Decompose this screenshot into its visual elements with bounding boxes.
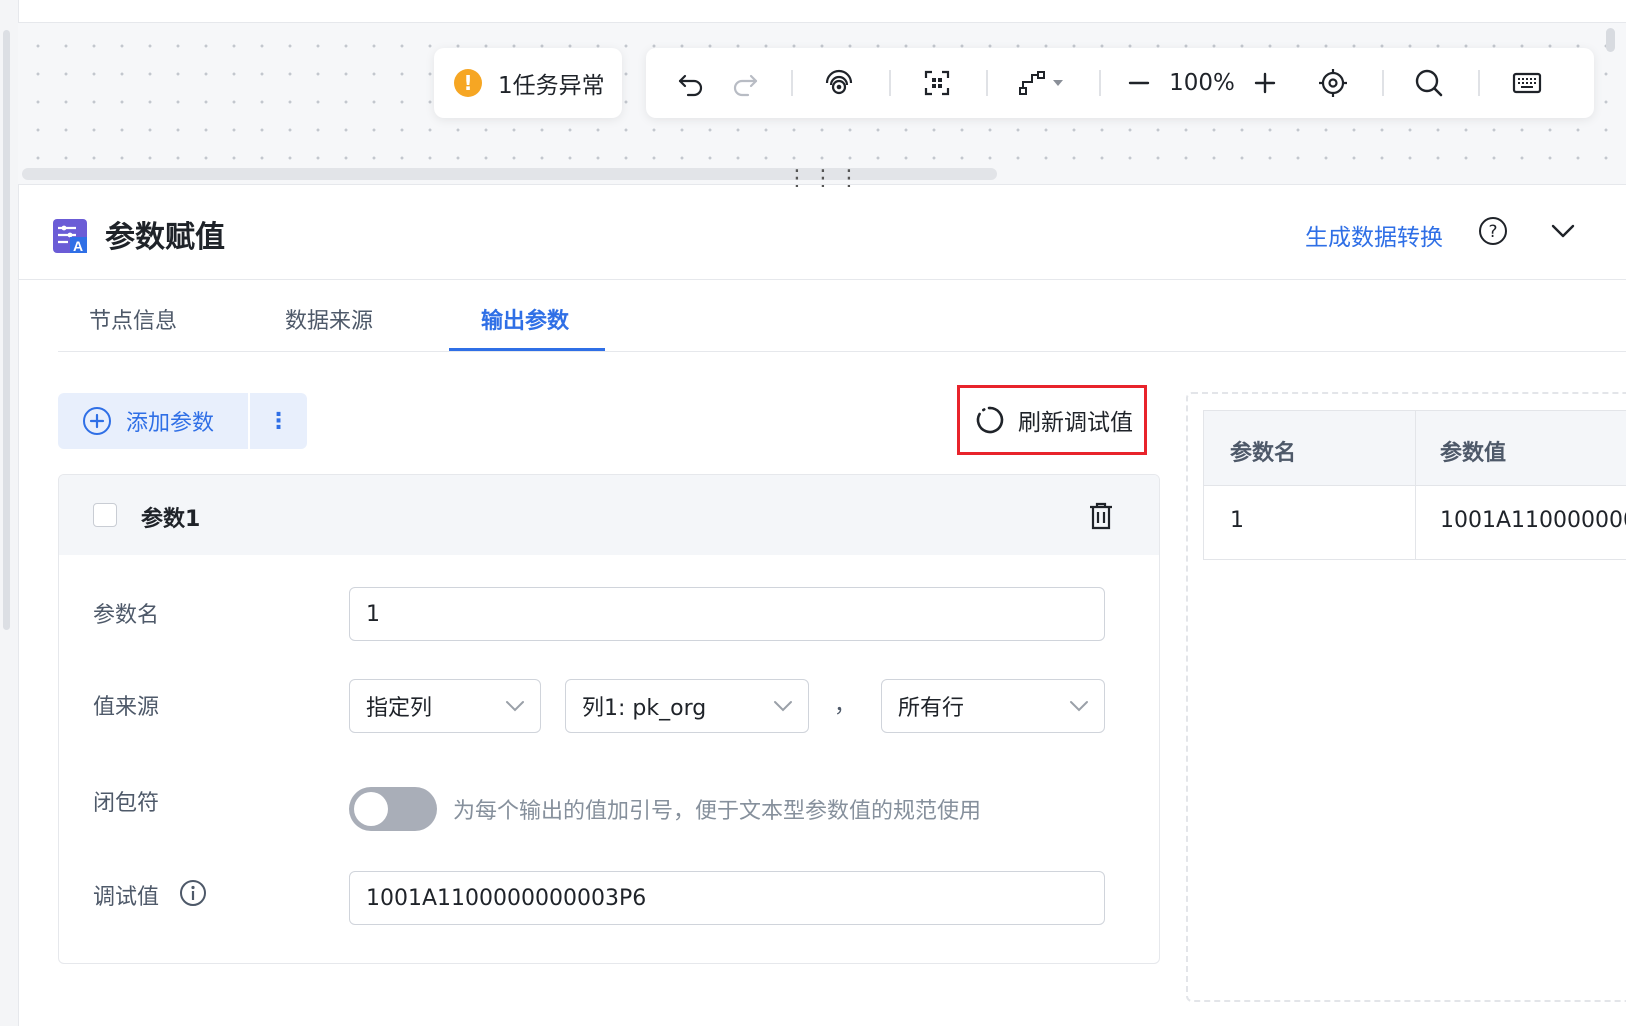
- column-header-param-name: 参数名: [1230, 441, 1297, 466]
- zoom-level-text: 100%: [1169, 70, 1235, 96]
- plus-circle-icon: [83, 407, 111, 435]
- wrap-char-hint: 为每个输出的值加引号，便于文本型参数值的规范使用: [453, 799, 982, 824]
- locate-button[interactable]: [1308, 48, 1358, 118]
- debug-preview-table: 参数名 参数值 1 1001A1100000000: [1203, 410, 1626, 560]
- left-scrollbar[interactable]: [3, 30, 10, 630]
- debug-value-label: 调试值: [93, 885, 160, 910]
- connector-style-dropdown[interactable]: [1008, 48, 1074, 118]
- more-vertical-icon: ⋮: [267, 408, 290, 434]
- fit-view-button[interactable]: [912, 48, 962, 118]
- toolbar-divider: [791, 70, 793, 96]
- wrap-char-label: 闭包符: [93, 791, 160, 816]
- value-source-column-value: 列1: pk_org: [582, 696, 707, 721]
- param-card-title: 参数1: [141, 507, 201, 532]
- collapse-chevron-icon[interactable]: [1550, 222, 1576, 244]
- add-param-label: 添加参数: [126, 411, 215, 436]
- eye-fingerprint-icon: [825, 69, 853, 95]
- help-icon[interactable]: ?: [1478, 216, 1508, 250]
- redo-icon: [733, 74, 758, 97]
- undo-button[interactable]: [666, 48, 716, 118]
- param-card-header: [59, 475, 1159, 555]
- source-separator: ，: [834, 693, 857, 718]
- minus-icon: [1128, 81, 1150, 85]
- chevron-down-icon: [506, 701, 524, 712]
- caret-down-icon: [1053, 80, 1063, 86]
- tab-data-source[interactable]: 数据来源: [285, 303, 373, 335]
- toolbar-divider: [1382, 70, 1384, 96]
- zoom-in-button[interactable]: [1240, 48, 1290, 118]
- param-assign-node-icon: A: [52, 218, 88, 258]
- panel-title: 参数赋值: [105, 220, 225, 255]
- chevron-down-icon: [1070, 701, 1088, 712]
- canvas-toolbar: 100%: [646, 48, 1594, 118]
- value-source-column-select[interactable]: 列1: pk_org: [565, 679, 809, 733]
- generate-data-transform-link[interactable]: 生成数据转换: [1305, 218, 1443, 252]
- chevron-down-icon: [774, 701, 792, 712]
- more-actions-button[interactable]: ⋮: [250, 393, 307, 449]
- crosshair-icon: [1319, 69, 1347, 97]
- canvas-vertical-scrollbar[interactable]: [1606, 28, 1615, 52]
- tab-output-params[interactable]: 输出参数: [481, 303, 569, 335]
- toggle-knob: [354, 792, 388, 826]
- param-name-label: 参数名: [93, 603, 160, 628]
- task-warning-text: 1任务异常: [498, 73, 605, 99]
- undo-icon: [678, 74, 703, 97]
- param-select-checkbox[interactable]: [93, 503, 117, 527]
- plus-icon: [1254, 72, 1276, 94]
- refresh-icon: [976, 406, 1004, 434]
- svg-text:A: A: [73, 238, 83, 254]
- column-divider: [1415, 411, 1416, 559]
- connector-icon: [1019, 71, 1045, 95]
- debug-value-input[interactable]: 1001A1100000000003P6: [349, 871, 1105, 925]
- refresh-debug-values-label: 刷新调试值: [1018, 410, 1133, 436]
- svg-text:?: ?: [1488, 222, 1497, 242]
- value-source-label: 值来源: [93, 695, 160, 720]
- param-name-input[interactable]: 1: [349, 587, 1105, 641]
- panel-top-border: [18, 184, 1626, 185]
- zoom-level: 100%: [1166, 48, 1238, 118]
- search-icon: [1415, 69, 1443, 97]
- toolbar-divider: [1478, 70, 1480, 96]
- wrap-char-toggle[interactable]: [349, 787, 437, 831]
- toolbar-divider: [889, 70, 891, 96]
- info-icon[interactable]: [179, 879, 207, 911]
- table-cell-param-name: 1: [1230, 508, 1244, 533]
- table-cell-param-value: 1001A1100000000: [1440, 508, 1626, 533]
- search-button[interactable]: [1404, 48, 1454, 118]
- zoom-out-button[interactable]: [1114, 48, 1164, 118]
- header-divider: [18, 279, 1626, 280]
- warning-icon: !: [454, 69, 482, 97]
- resize-handle[interactable]: ⋮⋮⋮: [786, 168, 864, 190]
- delete-param-icon[interactable]: [1087, 501, 1115, 535]
- canvas-border: [18, 22, 1626, 23]
- value-source-type-select[interactable]: 指定列: [349, 679, 541, 733]
- param-card: 参数1 参数名 1 值来源 指定列 列1: pk_org ， 所有行 闭包符 为…: [58, 474, 1160, 964]
- value-source-rows-value: 所有行: [898, 696, 965, 721]
- keyboard-shortcuts-button[interactable]: [1502, 48, 1552, 118]
- refresh-debug-values-button[interactable]: 刷新调试值: [957, 385, 1147, 455]
- redo-button[interactable]: [720, 48, 770, 118]
- tabs-divider: [58, 351, 1626, 352]
- keyboard-icon: [1512, 72, 1542, 94]
- preview-button[interactable]: [814, 48, 864, 118]
- fit-screen-icon: [924, 70, 950, 96]
- tab-node-info[interactable]: 节点信息: [89, 303, 177, 335]
- toolbar-divider: [1099, 70, 1101, 96]
- task-warning-card[interactable]: ! 1任务异常: [434, 48, 622, 118]
- value-source-rows-select[interactable]: 所有行: [881, 679, 1105, 733]
- value-source-type-value: 指定列: [366, 696, 433, 721]
- add-param-button[interactable]: 添加参数: [58, 393, 248, 449]
- column-header-param-value: 参数值: [1440, 441, 1507, 466]
- toolbar-divider: [986, 70, 988, 96]
